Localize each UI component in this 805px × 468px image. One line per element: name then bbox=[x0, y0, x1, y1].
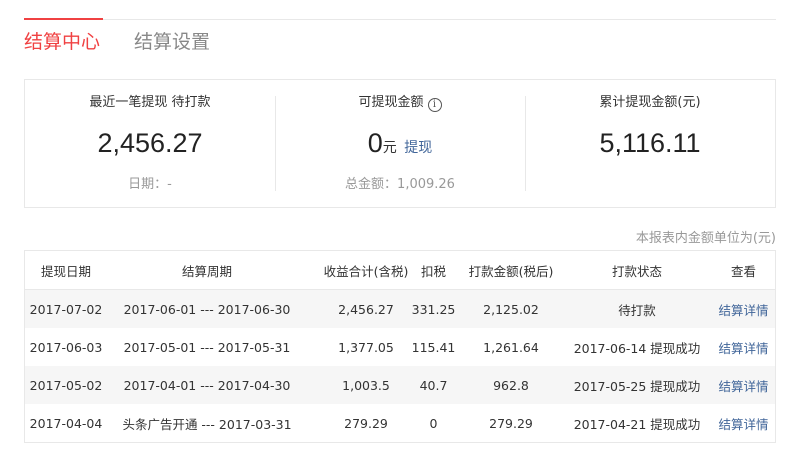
available-amount-row: 0元 提现 bbox=[275, 126, 525, 164]
table-row: 2017-04-04 头条广告开通 --- 2017-03-31 279.29 … bbox=[25, 404, 775, 442]
available-amount-panel: 可提现金额 i 0元 提现 总金额：1,009.26 bbox=[275, 80, 525, 207]
table-row: 2017-05-02 2017-04-01 --- 2017-04-30 1,0… bbox=[25, 366, 775, 404]
settlement-details-link[interactable]: 结算详情 bbox=[712, 290, 775, 328]
cell-date: 2017-06-03 bbox=[29, 339, 103, 355]
tab-settlement-settings[interactable]: 结算设置 bbox=[134, 29, 210, 55]
latest-withdrawal-amount: 2,456.27 bbox=[97, 128, 203, 158]
header-payout-amount: 打款金额(税后) bbox=[468, 263, 554, 279]
tab-divider bbox=[24, 19, 776, 20]
cell-payout: 962.8 bbox=[493, 377, 529, 393]
cell-period: 头条广告开通 --- 2017-03-31 bbox=[122, 416, 292, 432]
available-amount-label-row: 可提现金额 i bbox=[275, 94, 525, 112]
tab-active-indicator bbox=[24, 18, 103, 20]
cumulative-withdrawal-amount: 5,116.11 bbox=[599, 128, 701, 158]
cell-date: 2017-07-02 bbox=[29, 301, 103, 317]
cell-period: 2017-05-01 --- 2017-05-31 bbox=[123, 339, 291, 355]
cumulative-withdrawal-label: 累计提现金额(元) bbox=[599, 95, 701, 110]
cell-payout: 279.29 bbox=[489, 415, 533, 431]
cell-period: 2017-04-01 --- 2017-04-30 bbox=[123, 377, 291, 393]
table-row: 2017-07-02 2017-06-01 --- 2017-06-30 2,4… bbox=[25, 290, 775, 328]
header-tax: 扣税 bbox=[420, 263, 446, 279]
info-icon[interactable]: i bbox=[427, 98, 442, 112]
total-amount: 总金额：1,009.26 bbox=[345, 177, 455, 192]
unit-note: 本报表内金额单位为(元) bbox=[635, 231, 776, 246]
tab-settlement-center[interactable]: 结算中心 bbox=[24, 29, 100, 55]
cell-tax: 115.41 bbox=[411, 339, 456, 355]
cell-status: 2017-06-14 提现成功 bbox=[573, 340, 701, 356]
settlement-summary: 最近一笔提现 待打款 2,456.27 日期：- 可提现金额 i 0元 提现 总金… bbox=[24, 79, 776, 208]
cell-payout: 1,261.64 bbox=[483, 339, 539, 355]
available-amount-value: 0 bbox=[367, 128, 383, 158]
cell-payout: 2,125.02 bbox=[483, 301, 539, 317]
settlement-details-link[interactable]: 结算详情 bbox=[712, 366, 775, 404]
cell-status: 2017-04-21 提现成功 bbox=[573, 416, 701, 432]
latest-withdrawal-date: 日期：- bbox=[128, 177, 172, 192]
cell-date: 2017-05-02 bbox=[29, 377, 103, 393]
cell-period: 2017-06-01 --- 2017-06-30 bbox=[123, 301, 291, 317]
header-settlement-period: 结算周期 bbox=[181, 263, 232, 279]
settlement-details-link[interactable]: 结算详情 bbox=[712, 404, 775, 442]
latest-withdrawal-panel: 最近一笔提现 待打款 2,456.27 日期：- bbox=[25, 80, 275, 207]
available-amount-unit: 元 bbox=[382, 139, 397, 155]
header-payout-status: 打款状态 bbox=[611, 263, 662, 279]
cell-tax: 331.25 bbox=[411, 301, 456, 317]
cumulative-withdrawal-panel: 累计提现金额(元) 5,116.11 bbox=[525, 80, 775, 207]
cell-status: 2017-05-25 提现成功 bbox=[573, 378, 701, 394]
table-row: 2017-06-03 2017-05-01 --- 2017-05-31 1,3… bbox=[25, 328, 775, 366]
latest-withdrawal-label: 最近一笔提现 待打款 bbox=[89, 95, 211, 110]
settlement-tabs bbox=[24, 0, 776, 20]
withdraw-link[interactable]: 提现 bbox=[404, 139, 432, 155]
available-amount-label: 可提现金额 bbox=[358, 95, 424, 110]
cell-date: 2017-04-04 bbox=[29, 415, 103, 431]
cell-status: 待打款 bbox=[618, 302, 656, 318]
header-view: 查看 bbox=[730, 263, 756, 279]
settlement-table: 提现日期 结算周期 收益合计(含税) 扣税 打款金额(税后) 打款状态 查看 2… bbox=[24, 250, 776, 443]
settlement-details-link[interactable]: 结算详情 bbox=[712, 328, 775, 366]
cell-tax: 40.7 bbox=[419, 377, 448, 393]
table-header: 提现日期 结算周期 收益合计(含税) 扣税 打款金额(税后) 打款状态 查看 bbox=[25, 251, 775, 290]
cell-tax: 0 bbox=[429, 415, 438, 431]
header-withdraw-date: 提现日期 bbox=[40, 263, 91, 279]
